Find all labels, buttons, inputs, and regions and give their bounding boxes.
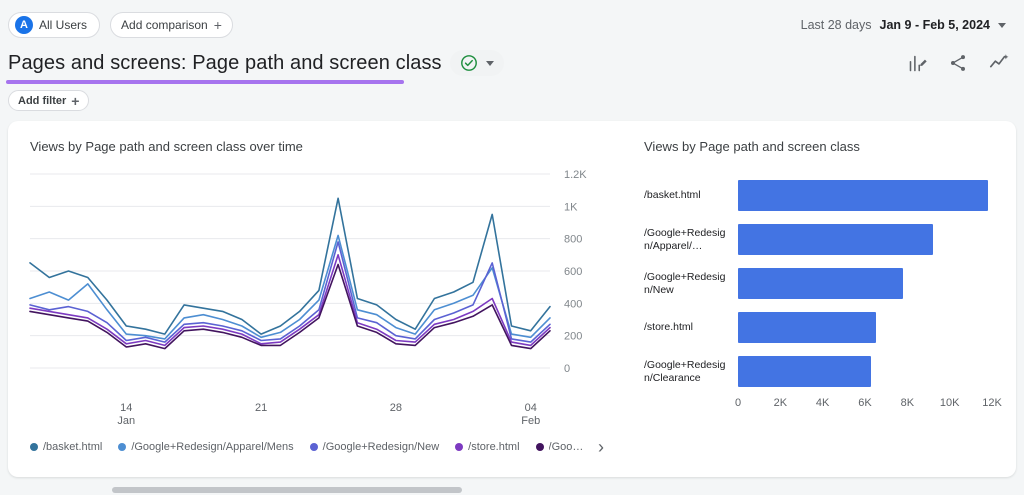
svg-text:600: 600 <box>564 266 582 278</box>
bar[interactable] <box>738 356 871 387</box>
legend-dot <box>118 443 126 451</box>
legend-item[interactable]: /store.html <box>455 441 519 453</box>
chevron-down-icon <box>486 61 494 66</box>
line-series <box>30 198 550 334</box>
plus-icon: + <box>214 18 222 32</box>
date-range-preset: Last 28 days <box>801 18 872 32</box>
bar-row: /store.html <box>644 312 992 343</box>
x-tick-label: 28 <box>390 402 402 415</box>
legend-label: /Google+Redesign/New <box>323 441 440 453</box>
all-users-avatar: A <box>15 16 33 34</box>
bar-chart-panel: Views by Page path and screen class /bas… <box>644 139 992 467</box>
line-chart-title: Views by Page path and screen class over… <box>30 139 608 154</box>
bar[interactable] <box>738 312 876 343</box>
add-filter-button[interactable]: Add filter + <box>8 90 89 111</box>
legend-label: /store.html <box>468 441 519 453</box>
svg-text:200: 200 <box>564 331 582 343</box>
bar-category-label: /Google+Redesign/Apparel/… <box>644 227 730 253</box>
customize-report-icon[interactable] <box>907 53 928 74</box>
bar-chart: /basket.html/Google+Redesign/Apparel/… /G… <box>644 180 992 387</box>
x-tick-label: 21 <box>255 402 267 415</box>
bar-axis-tick-label: 8K <box>901 397 914 409</box>
bar-track <box>738 268 992 299</box>
legend-label: /Google+Redesign/Apparel/Mens <box>131 441 293 453</box>
x-tick-label: 14Jan <box>117 402 135 428</box>
insights-icon[interactable] <box>988 52 1010 74</box>
report-status-pill[interactable] <box>450 50 504 76</box>
bar-axis-tick-label: 2K <box>774 397 787 409</box>
line-chart-x-axis: 14Jan 21 28 04Feb <box>30 402 550 432</box>
all-users-chip[interactable]: A All Users <box>8 12 100 38</box>
legend-scroll-right-icon[interactable]: › <box>594 436 608 458</box>
legend-dot <box>536 443 544 451</box>
svg-text:800: 800 <box>564 234 582 246</box>
legend-dot <box>455 443 463 451</box>
legend-item[interactable]: /Google+Redesign/New <box>310 441 440 453</box>
x-tick-label: 04Feb <box>521 402 540 428</box>
bar-axis-tick-label: 6K <box>858 397 871 409</box>
page-title: Pages and screens: Page path and screen … <box>8 52 442 75</box>
legend-item[interactable]: /basket.html <box>30 441 102 453</box>
comparison-bar: A All Users Add comparison + Last 28 day… <box>0 0 1024 44</box>
bar-row: /Google+Redesign/Apparel/… <box>644 224 992 255</box>
legend-label: /Google+Redesign/Clearance <box>549 441 589 453</box>
legend-item[interactable]: /Google+Redesign/Clearance <box>536 441 589 453</box>
svg-text:0: 0 <box>564 363 570 375</box>
bar-track <box>738 356 992 387</box>
add-comparison-button[interactable]: Add comparison + <box>110 12 233 38</box>
svg-text:1.2K: 1.2K <box>564 169 587 181</box>
bar-track <box>738 224 992 255</box>
check-circle-icon <box>460 54 478 72</box>
bar-category-label: /store.html <box>644 321 730 334</box>
legend-item[interactable]: /Google+Redesign/Apparel/Mens <box>118 441 293 453</box>
bar-axis-tick-label: 0 <box>735 397 741 409</box>
bar-chart-x-axis: 02K4K6K8K10K12K <box>738 397 992 415</box>
bar-category-label: /Google+Redesign/New <box>644 271 730 297</box>
legend-row: /basket.html/Google+Redesign/Apparel/Men… <box>30 436 608 458</box>
add-comparison-label: Add comparison <box>121 18 208 32</box>
horizontal-scrollbar[interactable] <box>112 487 462 493</box>
bar-track <box>738 312 992 343</box>
svg-text:400: 400 <box>564 298 582 310</box>
bar-axis-tick-label: 12K <box>982 397 1002 409</box>
date-range-picker[interactable]: Last 28 days Jan 9 - Feb 5, 2024 <box>801 18 1010 32</box>
report-card: Views by Page path and screen class over… <box>8 121 1016 477</box>
add-filter-label: Add filter <box>18 95 66 107</box>
bar-track <box>738 180 992 211</box>
bar-chart-title: Views by Page path and screen class <box>644 139 992 154</box>
bar-category-label: /Google+Redesign/Clearance <box>644 359 730 385</box>
bar-row: /Google+Redesign/New <box>644 268 992 299</box>
plus-icon: + <box>71 94 79 108</box>
line-chart-panel: Views by Page path and screen class over… <box>30 139 608 467</box>
svg-text:1K: 1K <box>564 201 578 213</box>
chevron-down-icon <box>998 23 1006 28</box>
date-range-value: Jan 9 - Feb 5, 2024 <box>880 18 990 32</box>
bar-category-label: /basket.html <box>644 189 730 202</box>
legend-dot <box>310 443 318 451</box>
bar-axis-tick-label: 4K <box>816 397 829 409</box>
bar[interactable] <box>738 224 933 255</box>
all-users-label: All Users <box>39 18 87 32</box>
legend-label: /basket.html <box>43 441 102 453</box>
legend: /basket.html/Google+Redesign/Apparel/Men… <box>30 441 589 453</box>
bar-row: /Google+Redesign/Clearance <box>644 356 992 387</box>
bar[interactable] <box>738 268 903 299</box>
bar-row: /basket.html <box>644 180 992 211</box>
report-header: Pages and screens: Page path and screen … <box>0 44 1024 76</box>
bar[interactable] <box>738 180 988 211</box>
line-series <box>30 242 550 342</box>
legend-dot <box>30 443 38 451</box>
bar-axis-tick-label: 10K <box>940 397 960 409</box>
share-icon[interactable] <box>948 53 968 73</box>
line-chart[interactable]: 0 200 400 600 800 1K 1.2K <box>30 168 600 396</box>
